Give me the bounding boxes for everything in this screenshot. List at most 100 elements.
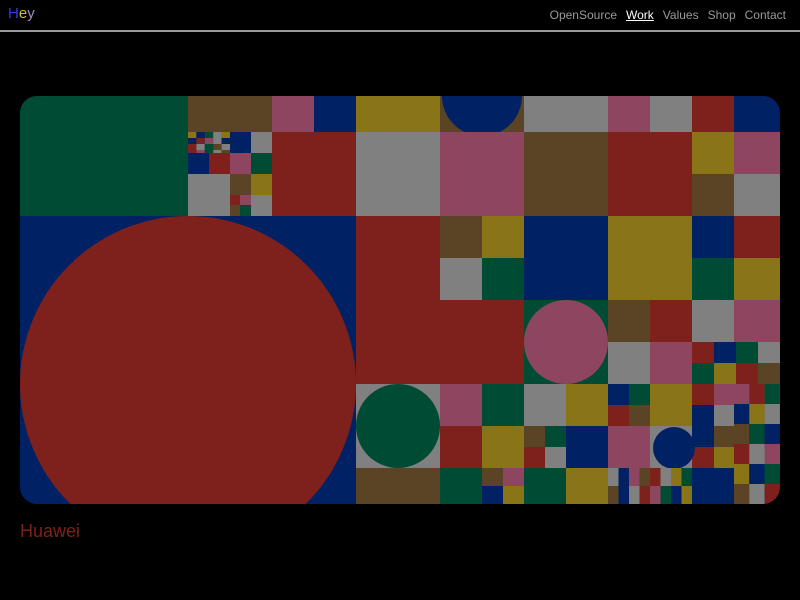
mosaic-tile — [230, 195, 240, 205]
top-navigation-bar: Hey OpenSource Work Values Shop Contact — [0, 0, 800, 32]
mosaic-tile — [650, 486, 661, 504]
mosaic-tile — [524, 384, 566, 426]
mosaic-tile — [714, 342, 736, 363]
mosaic-tile — [734, 384, 750, 404]
mosaic-tile — [734, 444, 750, 464]
mosaic-tile — [734, 174, 780, 216]
mosaic-tile — [608, 216, 692, 300]
mosaic-tile — [692, 363, 714, 384]
mosaic-tile — [440, 258, 482, 300]
mosaic-tile — [204, 132, 214, 138]
mosaic-tile — [734, 216, 780, 258]
mosaic-tile — [608, 405, 629, 426]
mosaic-tile — [213, 132, 222, 138]
mosaic-tile — [196, 132, 205, 138]
mosaic-tile — [188, 138, 197, 144]
nav-link-contact[interactable]: Contact — [745, 8, 786, 23]
mosaic-tile — [734, 464, 750, 484]
mosaic-tile — [230, 205, 240, 216]
nav-link-work[interactable]: Work — [626, 8, 654, 23]
mosaic-tile — [692, 132, 734, 174]
mosaic-tile — [650, 384, 692, 426]
mosaic-tile — [440, 468, 482, 504]
mosaic-tile — [356, 96, 440, 132]
mosaic-tile — [764, 404, 780, 424]
mosaic-circle — [356, 384, 440, 468]
geometric-mosaic-artwork — [20, 96, 780, 504]
mosaic-tile — [734, 132, 780, 174]
logo-letter-h: H — [8, 5, 19, 22]
site-logo[interactable]: Hey — [8, 5, 35, 23]
mosaic-tile — [566, 426, 608, 468]
mosaic-tile — [749, 384, 765, 404]
mosaic-tile — [524, 216, 608, 300]
mosaic-tile — [629, 405, 650, 426]
mosaic-tile — [764, 484, 780, 504]
mosaic-tile — [524, 447, 545, 468]
mosaic-tile — [758, 342, 780, 363]
mosaic-tile — [692, 405, 714, 426]
mosaic-tile — [272, 132, 356, 216]
nav-link-opensource[interactable]: OpenSource — [550, 8, 617, 23]
mosaic-tile — [608, 468, 619, 486]
mosaic-tile — [356, 132, 440, 216]
mosaic-tile — [566, 384, 608, 426]
nav-link-values[interactable]: Values — [663, 8, 699, 23]
mosaic-tile — [314, 96, 356, 132]
mosaic-tile — [764, 444, 780, 464]
project-hero-image[interactable] — [20, 96, 780, 504]
mosaic-tile — [230, 153, 251, 174]
mosaic-tile — [639, 486, 650, 504]
mosaic-tile — [524, 426, 545, 447]
mosaic-tile — [524, 132, 608, 216]
mosaic-tile — [660, 486, 671, 504]
mosaic-tile — [692, 258, 734, 300]
mosaic-tile — [566, 468, 608, 504]
mosaic-tile — [650, 300, 692, 342]
mosaic-tile — [692, 216, 734, 258]
mosaic-tile — [734, 300, 780, 342]
mosaic-tile — [650, 96, 692, 132]
mosaic-tile — [692, 426, 714, 447]
mosaic-tile — [482, 216, 524, 258]
project-title[interactable]: Huawei — [20, 520, 80, 542]
mosaic-tile — [213, 144, 222, 150]
mosaic-tile — [714, 384, 736, 405]
mosaic-tile — [608, 132, 692, 216]
mosaic-tile — [618, 486, 629, 504]
main-nav: OpenSource Work Values Shop Contact — [550, 8, 786, 23]
mosaic-tile — [764, 384, 780, 404]
mosaic-tile — [692, 342, 714, 363]
mosaic-tile — [734, 258, 780, 300]
mosaic-tile — [188, 153, 209, 174]
mosaic-tile — [734, 484, 750, 504]
mosaic-tile — [503, 468, 524, 486]
mosaic-tile — [221, 132, 230, 138]
mosaic-tile — [251, 174, 272, 195]
mosaic-tile — [482, 258, 524, 300]
mosaic-tile — [734, 424, 750, 444]
mosaic-tile — [440, 216, 482, 258]
mosaic-tile — [545, 426, 566, 447]
mosaic-tile — [714, 426, 736, 447]
mosaic-tile — [20, 96, 188, 216]
mosaic-circle — [524, 300, 608, 384]
mosaic-tile — [671, 468, 682, 486]
mosaic-tile — [681, 486, 692, 504]
mosaic-tile — [692, 384, 714, 405]
mosaic-tile — [482, 384, 524, 426]
mosaic-tile — [608, 384, 629, 405]
mosaic-tile — [629, 468, 640, 486]
mosaic-tile — [272, 96, 314, 132]
mosaic-tile — [692, 447, 714, 468]
mosaic-tile — [230, 174, 251, 195]
mosaic-tile — [440, 384, 482, 426]
nav-link-shop[interactable]: Shop — [708, 8, 736, 23]
mosaic-tile — [608, 486, 619, 504]
mosaic-tile — [545, 447, 566, 468]
mosaic-tile — [764, 464, 780, 484]
mosaic-tile — [209, 153, 230, 174]
mosaic-tile — [608, 426, 650, 468]
mosaic-tile — [230, 132, 251, 153]
mosaic-tile — [196, 144, 205, 150]
